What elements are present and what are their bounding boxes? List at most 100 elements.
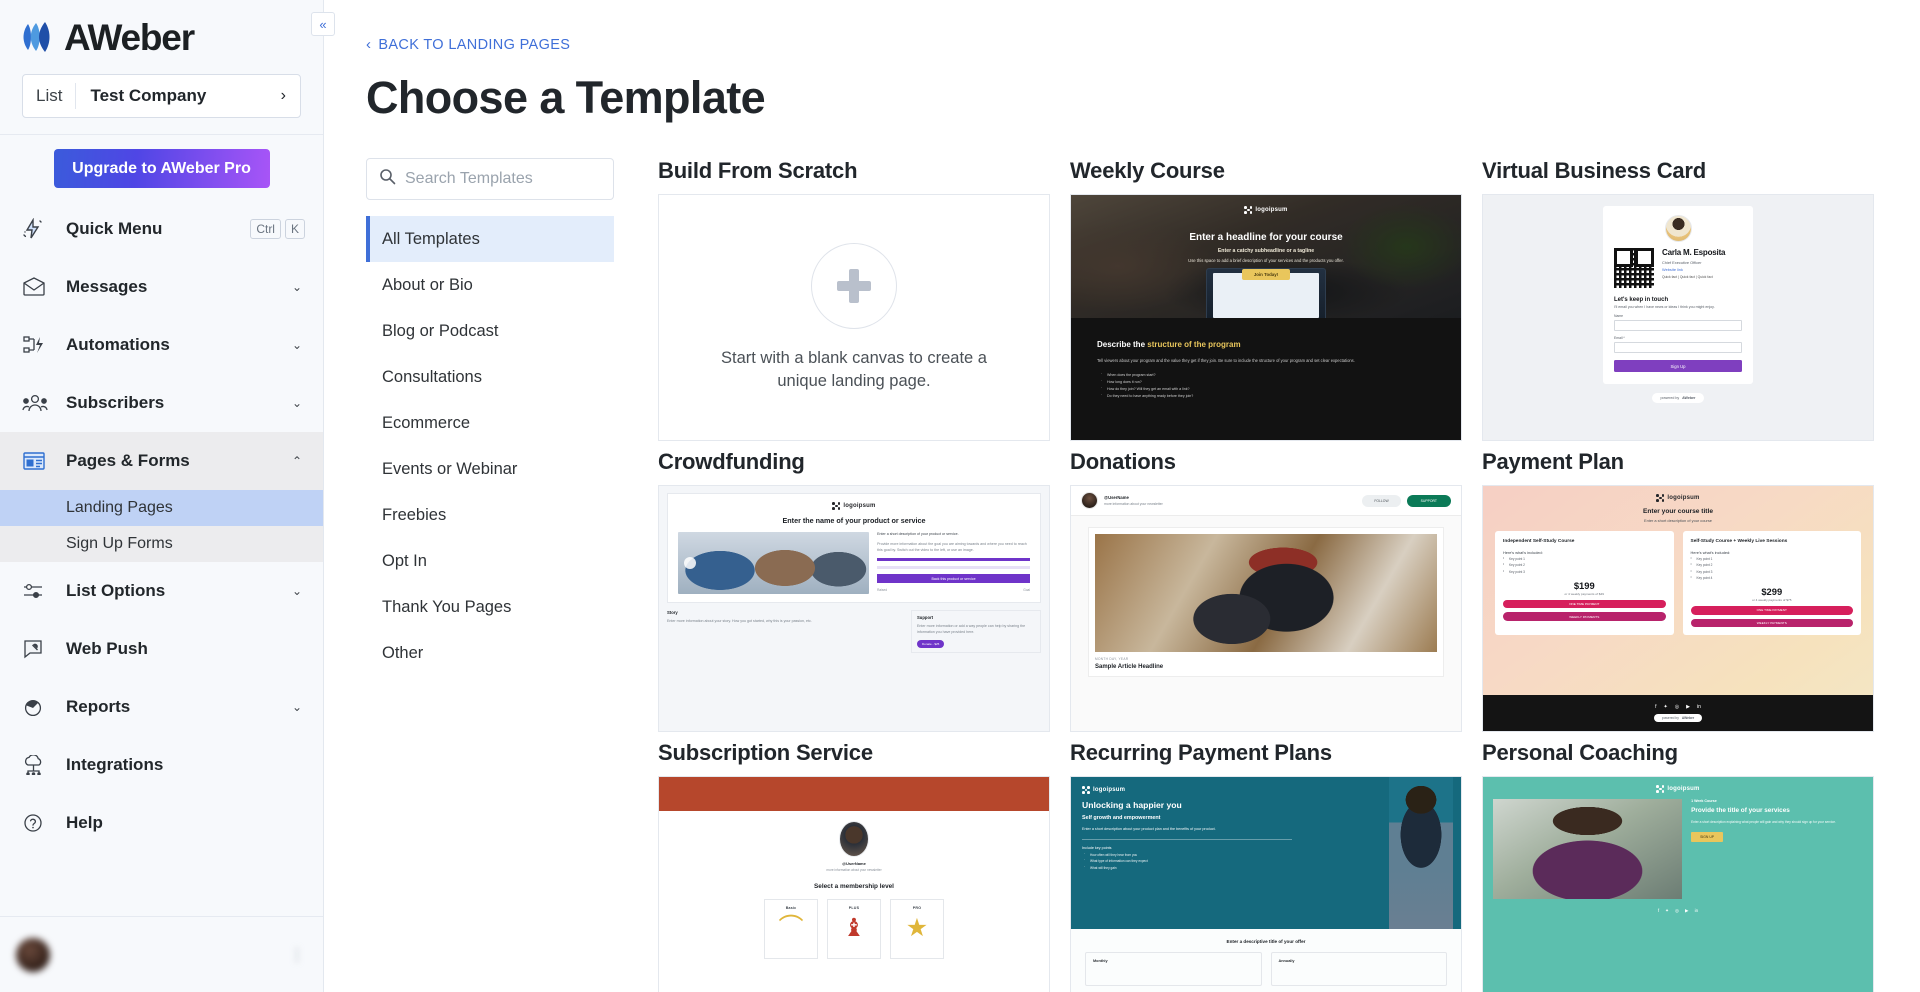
user-meta	[62, 938, 277, 971]
price: $199	[1573, 579, 1595, 591]
template-card-crowdfunding: Crowdfunding logoipsum Enter the name of…	[658, 449, 1050, 732]
chevron-up-icon: ⌃	[291, 454, 303, 468]
list-selector[interactable]: List Test Company ›	[22, 74, 301, 118]
sidebar-item-quick-menu[interactable]: Quick Menu Ctrl K	[0, 200, 323, 258]
logoipsum-icon: logoipsum	[1082, 786, 1125, 794]
sidebar-item-web-push[interactable]: Web Push	[0, 620, 323, 678]
sidebar-item-subscribers[interactable]: Subscribers ⌄	[0, 374, 323, 432]
logo-text: logoipsum	[1255, 207, 1288, 213]
offer-title: Enter a descriptive title of your offer	[1226, 938, 1306, 944]
card-facts: Quick fact | Quick fact | Quick fact	[1662, 274, 1713, 279]
collapse-sidebar-button[interactable]: «	[311, 12, 335, 36]
avatar	[1664, 215, 1692, 242]
sidebar-item-automations[interactable]: Automations ⌄	[0, 316, 323, 374]
eyebrow: 1 Week Course	[1691, 799, 1717, 803]
search-box[interactable]	[366, 158, 614, 200]
donate-chip: Donate - $25	[917, 639, 945, 648]
list-selector-value: Test Company	[90, 86, 207, 105]
include-key-points: Include key points	[1082, 846, 1112, 851]
sidebar: AWeber List Test Company › Upgrade to AW…	[0, 0, 335, 992]
kbd-k: K	[284, 219, 305, 239]
aweber-logo[interactable]: AWeber	[22, 16, 301, 58]
filter-item-other[interactable]: Other	[366, 630, 614, 676]
tier-card: PRO ★	[890, 899, 944, 959]
template-thumbnail[interactable]: logoipsum Unlocking a happier you Self g…	[1070, 776, 1462, 992]
filter-item-ecommerce[interactable]: Ecommerce	[366, 400, 614, 446]
sidebar-item-integrations[interactable]: Integrations	[0, 736, 323, 794]
pages-forms-icon	[22, 451, 56, 471]
logoipsum-icon: logoipsum	[1656, 785, 1699, 793]
template-card-build-from-scratch: Build From Scratch Start with a blank ca…	[658, 158, 1050, 441]
offer-option: Monthly	[1085, 951, 1262, 986]
template-thumbnail[interactable]: logoipsum Enter a headline for your cour…	[1070, 194, 1462, 441]
filter-label: Events or Webinar	[382, 459, 518, 478]
template-thumbnail[interactable]: Carla M. Esposita Chief Executive Office…	[1482, 194, 1874, 441]
filter-item-freebies[interactable]: Freebies	[366, 492, 614, 538]
content-row: All Templates About or Bio Blog or Podca…	[366, 158, 1874, 992]
sidebar-item-landing-pages[interactable]: Landing Pages	[0, 490, 323, 526]
description: Enter a short description about your pro…	[1082, 827, 1216, 831]
membership-heading: Select a membership level	[814, 883, 894, 890]
included-label: Here's what's included:	[1503, 549, 1543, 555]
facebook-icon: f	[1657, 908, 1660, 913]
sidebar-item-reports[interactable]: Reports ⌄	[0, 678, 323, 736]
coach-photo	[1493, 799, 1683, 899]
template-title: Recurring Payment Plans	[1070, 740, 1332, 765]
upgrade-button[interactable]: Upgrade to AWeber Pro	[53, 149, 270, 188]
section-headline: Describe the structure of the program	[1097, 339, 1241, 349]
sidebar-item-label: Messages	[66, 277, 148, 296]
back-to-landing-pages-link[interactable]: ‹ BACK TO LANDING PAGES	[366, 37, 570, 53]
user-profile[interactable]: ⋮	[0, 916, 323, 992]
filter-item-events-or-webinar[interactable]: Events or Webinar	[366, 446, 614, 492]
template-thumbnail[interactable]: logoipsum Enter the name of your product…	[658, 485, 1050, 732]
progress-bar	[877, 558, 1030, 562]
user-menu-icon[interactable]: ⋮	[289, 945, 305, 965]
template-card-subscription-service: Subscription Service @UserName more info…	[658, 740, 1050, 992]
section-body: Tell viewers about your program and the …	[1097, 357, 1355, 363]
sidebar-item-list-options[interactable]: List Options ⌄	[0, 562, 323, 620]
filter-list: All Templates About or Bio Blog or Podca…	[366, 216, 614, 676]
one-time-payment-button: ONE TIME PAYMENT	[1503, 599, 1666, 609]
search-input[interactable]	[405, 170, 601, 188]
sidebar-item-messages[interactable]: Messages ⌄	[0, 258, 323, 316]
weekly-payments-button: WEEKLY PAYMENTS	[1690, 618, 1853, 628]
chevron-down-icon: ⌄	[291, 584, 303, 598]
hero-cta: Join Today!	[1241, 269, 1291, 280]
bullet: How do they join? Will they get an email…	[1097, 386, 1435, 391]
filter-item-opt-in[interactable]: Opt In	[366, 538, 614, 584]
filter-item-thank-you-pages[interactable]: Thank You Pages	[366, 584, 614, 630]
option-name: Monthly	[1093, 958, 1108, 963]
sidebar-item-help[interactable]: Help	[0, 794, 323, 852]
social-icons: f ✦ ◎ ▶ in	[1493, 908, 1863, 914]
sidebar-item-pages-and-forms[interactable]: Pages & Forms ⌃	[0, 432, 323, 490]
recurring-payment-plans-preview: logoipsum Unlocking a happier you Self g…	[1071, 777, 1461, 992]
template-thumbnail[interactable]: Start with a blank canvas to create a un…	[658, 194, 1050, 441]
template-thumbnail[interactable]: logoipsum Enter your course title Enter …	[1482, 485, 1874, 732]
quick-menu-shortcut: Ctrl K	[250, 219, 305, 239]
video-thumbnail	[678, 532, 870, 594]
template-thumbnail[interactable]: logoipsum 1 Week Course Provide the titl…	[1482, 776, 1874, 992]
main-inner: ‹ BACK TO LANDING PAGES Choose a Templat…	[324, 0, 1920, 992]
filter-column: All Templates About or Bio Blog or Podca…	[366, 158, 614, 992]
sidebar-item-label: Subscribers	[66, 393, 165, 412]
sub: more information about your newsletter	[1104, 501, 1163, 506]
sidebar-item-sign-up-forms[interactable]: Sign Up Forms	[0, 526, 323, 562]
key-point: Key point 2	[1503, 562, 1666, 567]
keep-in-touch-sub: I'll email you when I have news or ideas…	[1614, 305, 1715, 309]
search-icon	[379, 168, 396, 190]
filter-item-about-or-bio[interactable]: About or Bio	[366, 262, 614, 308]
keep-in-touch-heading: Let's keep in touch	[1614, 297, 1669, 303]
template-thumbnail[interactable]: @UserName more information about your ne…	[1070, 485, 1462, 732]
card-role: Chief Executive Officer	[1662, 259, 1702, 265]
logoipsum-icon: logoipsum	[832, 502, 875, 510]
template-thumbnail[interactable]: @UserName more information about your ne…	[658, 776, 1050, 992]
pricing-card: Independent Self-Study Course Here's wha…	[1495, 531, 1674, 636]
template-title: Crowdfunding	[658, 449, 805, 474]
sidebar-subnav-pages-and-forms: Landing Pages Sign Up Forms	[0, 490, 323, 562]
sidebar-subitem-label: Landing Pages	[66, 499, 173, 516]
filter-item-blog-or-podcast[interactable]: Blog or Podcast	[366, 308, 614, 354]
filter-item-all-templates[interactable]: All Templates	[366, 216, 614, 262]
included-label: Here's what's included:	[1690, 549, 1731, 555]
weekly-course-preview: logoipsum Enter a headline for your cour…	[1071, 195, 1461, 440]
filter-item-consultations[interactable]: Consultations	[366, 354, 614, 400]
